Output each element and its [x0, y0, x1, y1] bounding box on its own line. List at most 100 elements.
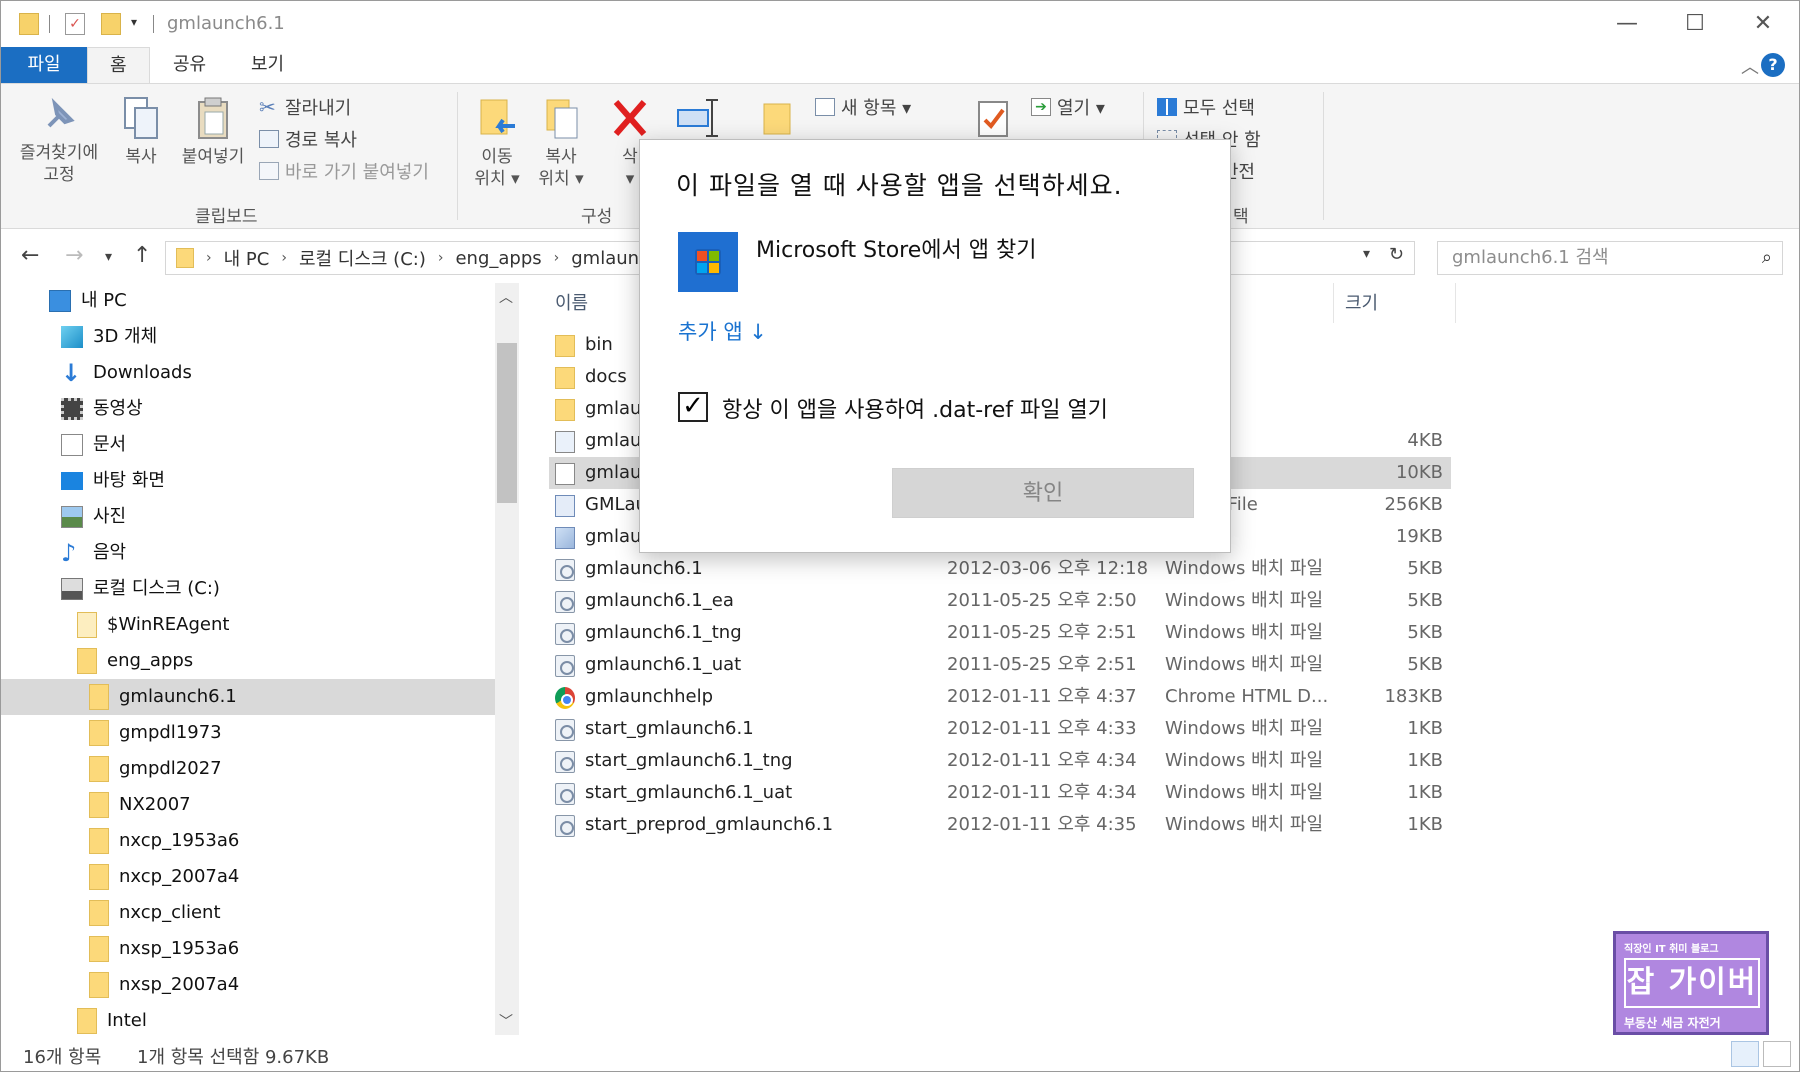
nav-item-nxcp-1953a6[interactable]: nxcp_1953a6: [89, 823, 495, 859]
dialog-title: 이 파일을 열 때 사용할 앱을 선택하세요.: [676, 171, 1123, 200]
move-to-button[interactable]: 이동 위치 ▾: [467, 96, 527, 190]
nav-item-documents[interactable]: 문서: [61, 427, 495, 463]
nav-item-gmpdl1973[interactable]: gmpdl1973: [89, 715, 495, 751]
help-icon[interactable]: ?: [1761, 53, 1785, 77]
file-row[interactable]: start_preprod_gmlaunch6.1 2012-01-11 오후 …: [549, 809, 1451, 841]
breadcrumb-gmlaunch[interactable]: gmlaun: [571, 248, 639, 269]
nav-item-local-disk[interactable]: 로컬 디스크 (C:): [61, 571, 495, 607]
cut-button[interactable]: ✂ 잘라내기: [259, 94, 351, 120]
minimize-button[interactable]: —: [1593, 1, 1661, 45]
folder-icon: [89, 972, 109, 998]
copy-path-button[interactable]: 경로 복사: [259, 126, 357, 152]
file-date: 2011-05-25 오후 2:51: [947, 622, 1137, 643]
maximize-button[interactable]: ☐: [1661, 1, 1729, 45]
nav-item-label: eng_apps: [107, 650, 194, 671]
scrollbar-thumb[interactable]: [497, 343, 517, 503]
pin-icon: [47, 97, 75, 128]
paste-shortcut-button[interactable]: 바로 가기 붙여넣기: [259, 158, 429, 184]
scroll-up-icon[interactable]: ︿: [499, 287, 513, 307]
breadcrumb-eng-apps[interactable]: eng_apps: [455, 248, 541, 269]
collapse-ribbon-icon[interactable]: ︿: [1741, 53, 1759, 79]
file-row[interactable]: gmlaunch6.1_ea 2011-05-25 오후 2:50 Window…: [549, 585, 1451, 617]
nav-item-nxsp-2007a4[interactable]: nxsp_2007a4: [89, 967, 495, 1003]
file-row[interactable]: gmlaunchhelp 2012-01-11 오후 4:37 Chrome H…: [549, 681, 1451, 713]
tab-file[interactable]: 파일: [1, 47, 87, 83]
address-dropdown-icon[interactable]: ▾: [1363, 246, 1370, 262]
nav-item-nxcp-client[interactable]: nxcp_client: [89, 895, 495, 931]
back-arrow-icon[interactable]: ←: [21, 243, 39, 268]
ribbon-tabs: 파일 홈 공유 보기 ︿ ?: [1, 47, 1799, 83]
nav-item-nxsp-1953a6[interactable]: nxsp_1953a6: [89, 931, 495, 967]
search-input[interactable]: gmlaunch6.1 검색 ⌕: [1437, 241, 1783, 275]
search-placeholder: gmlaunch6.1 검색: [1452, 247, 1609, 268]
customize-toolbar-icon[interactable]: ▾: [131, 15, 137, 29]
nav-item-nxcp-2007a4[interactable]: nxcp_2007a4: [89, 859, 495, 895]
select-group-label: 택: [1233, 207, 1249, 227]
nav-item-3d-objects[interactable]: 3D 개체: [61, 319, 495, 355]
file-date: 2012-01-11 오후 4:34: [947, 782, 1137, 803]
breadcrumb-separator: ›: [281, 250, 287, 266]
forward-arrow-icon[interactable]: →: [65, 243, 83, 268]
column-divider[interactable]: [1455, 283, 1456, 323]
new-item-button[interactable]: 새 항목 ▾: [815, 94, 911, 120]
scroll-down-icon[interactable]: ﹀: [499, 1011, 513, 1031]
properties-icon[interactable]: ✓: [65, 13, 85, 35]
store-option-label[interactable]: Microsoft Store에서 앱 찾기: [756, 232, 1036, 264]
nav-scrollbar[interactable]: ︿ ﹀: [495, 283, 519, 1035]
tab-home[interactable]: 홈: [87, 47, 150, 83]
ok-button[interactable]: 확인: [892, 468, 1194, 518]
column-header-name[interactable]: 이름: [555, 289, 588, 315]
file-row[interactable]: start_gmlaunch6.1_tng 2012-01-11 오후 4:34…: [549, 745, 1451, 777]
new-folder-icon[interactable]: [101, 13, 121, 35]
file-row[interactable]: gmlaunch6.1_tng 2011-05-25 오후 2:51 Windo…: [549, 617, 1451, 649]
pin-to-quick-access-button[interactable]: 즐겨찾기에 고정: [11, 96, 107, 186]
file-size: 5KB: [1407, 590, 1443, 611]
file-row[interactable]: gmlaunch6.1_uat 2011-05-25 오후 2:51 Windo…: [549, 649, 1451, 681]
microsoft-store-icon[interactable]: [678, 232, 738, 292]
nav-item-intel[interactable]: Intel: [77, 1003, 495, 1035]
paste-button[interactable]: 붙여넣기: [173, 96, 253, 168]
more-apps-link[interactable]: 추가 앱 ↓: [678, 316, 767, 346]
file-type: Windows 배치 파일: [1165, 718, 1324, 739]
copy-to-button[interactable]: 복사 위치 ▾: [531, 96, 591, 190]
recent-locations-chevron-icon[interactable]: ▾: [105, 249, 112, 265]
nav-item-nx2007[interactable]: NX2007: [89, 787, 495, 823]
nav-item-this-pc[interactable]: 내 PC: [49, 283, 495, 319]
file-name: gmlaunch6.1: [585, 558, 703, 579]
details-view-icon[interactable]: [1731, 1041, 1759, 1067]
nav-item-gmlaunch[interactable]: gmlaunch6.1: [1, 679, 495, 715]
breadcrumb-this-pc[interactable]: 내 PC: [224, 245, 270, 271]
up-arrow-icon[interactable]: ↑: [133, 243, 151, 268]
refresh-icon[interactable]: ↻: [1389, 244, 1404, 265]
nav-item-desktop[interactable]: 바탕 화면: [61, 463, 495, 499]
nav-item-winreagent[interactable]: $WinREAgent: [77, 607, 495, 643]
tab-view[interactable]: 보기: [229, 47, 306, 83]
select-all-icon: [1157, 98, 1177, 116]
tab-share[interactable]: 공유: [151, 47, 228, 83]
file-name: gmlaunch6.1_uat: [585, 654, 742, 675]
nav-item-eng-apps[interactable]: eng_apps: [77, 643, 495, 679]
column-header-size[interactable]: 크기: [1345, 289, 1378, 315]
nav-item-gmpdl2027[interactable]: gmpdl2027: [89, 751, 495, 787]
close-button[interactable]: ✕: [1729, 1, 1797, 45]
file-row[interactable]: start_gmlaunch6.1 2012-01-11 오후 4:33 Win…: [549, 713, 1451, 745]
select-all-button[interactable]: 모두 선택: [1157, 94, 1255, 120]
open-button[interactable]: ➔ 열기 ▾: [1031, 94, 1105, 120]
column-divider[interactable]: [1333, 283, 1334, 323]
file-row[interactable]: start_gmlaunch6.1_uat 2012-01-11 오후 4:34…: [549, 777, 1451, 809]
nav-item-label: NX2007: [119, 794, 191, 815]
nav-item-videos[interactable]: 동영상: [61, 391, 495, 427]
copy-button[interactable]: 복사: [113, 96, 169, 168]
file-size: 1KB: [1407, 750, 1443, 771]
always-use-label[interactable]: 항상 이 앱을 사용하여 .dat-ref 파일 열기: [722, 392, 1108, 424]
large-icons-view-icon[interactable]: [1763, 1041, 1791, 1067]
breadcrumb-local-disk[interactable]: 로컬 디스크 (C:): [299, 245, 426, 271]
file-date: 2011-05-25 오후 2:50: [947, 590, 1137, 611]
nav-item-label: nxsp_1953a6: [119, 938, 240, 959]
always-use-checkbox[interactable]: ✓: [678, 392, 708, 422]
nav-item-downloads[interactable]: ↓ Downloads: [61, 355, 495, 391]
nav-item-music[interactable]: ♪ 음악: [61, 535, 495, 571]
file-row[interactable]: gmlaunch6.1 2012-03-06 오후 12:18 Windows …: [549, 553, 1451, 585]
properties-check-icon: [978, 101, 1008, 137]
nav-item-pictures[interactable]: 사진: [61, 499, 495, 535]
